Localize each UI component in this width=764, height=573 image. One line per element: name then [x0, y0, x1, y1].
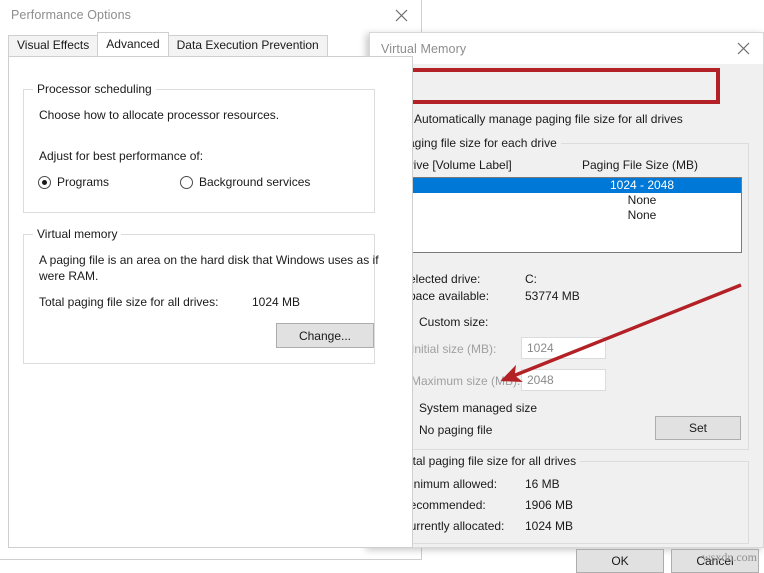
close-icon[interactable] [723, 33, 763, 63]
total-paging-file-size-value: 1024 MB [252, 295, 301, 309]
virtual-memory-description-line1: A paging file is an area on the hard dis… [39, 253, 379, 267]
total-paging-file-size-legend: Total paging file size for all drives [396, 454, 581, 468]
virtual-memory-dialog: Virtual Memory Automatically manage pagi… [369, 32, 764, 573]
advanced-tab-page: Processor scheduling Choose how to alloc… [8, 56, 413, 548]
minimum-allowed-value: 16 MB [525, 477, 560, 491]
radio-system-managed-size-label: System managed size [419, 401, 538, 415]
initial-size-input[interactable]: 1024 [521, 337, 606, 359]
column-header-drive: Drive [Volume Label] [401, 158, 512, 172]
close-icon[interactable] [381, 0, 421, 30]
performance-options-titlebar: Performance Options [0, 0, 421, 30]
radio-system-managed-size[interactable]: System managed size [400, 401, 537, 415]
performance-options-tabstrip: Visual Effects Advanced Data Execution P… [8, 32, 421, 56]
radio-programs-label: Programs [57, 175, 110, 189]
table-row[interactable]: C: 1024 - 2048 [397, 178, 741, 193]
virtual-memory-description-line2: were RAM. [39, 269, 99, 283]
tab-data-execution-prevention[interactable]: Data Execution Prevention [167, 35, 328, 56]
drive-letter: E: [397, 193, 587, 208]
recommended-label: Recommended: [401, 498, 486, 512]
radio-no-paging-file-label: No paging file [419, 423, 493, 437]
virtual-memory-legend: Virtual memory [33, 227, 122, 241]
processor-scheduling-group: Processor scheduling Choose how to alloc… [23, 82, 375, 213]
drive-paging-size: 1024 - 2048 [609, 178, 675, 192]
radio-no-paging-file[interactable]: No paging file [400, 423, 492, 437]
drive-letter: F: [397, 208, 587, 223]
auto-manage-paging-checkbox[interactable]: Automatically manage paging file size fo… [392, 111, 683, 126]
minimum-allowed-label: Minimum allowed: [401, 477, 498, 491]
paging-file-size-legend: Paging file size for each drive [396, 136, 561, 150]
space-available-label: Space available: [401, 289, 490, 303]
auto-manage-paging-label: Automatically manage paging file size fo… [414, 111, 683, 126]
selected-drive-value: C: [525, 272, 537, 286]
paging-file-size-group: Paging file size for each drive Drive [V… [387, 136, 749, 450]
ok-button[interactable]: OK [576, 549, 664, 573]
virtual-memory-body: Automatically manage paging file size fo… [370, 64, 763, 573]
virtual-memory-group: Virtual memory A paging file is an area … [23, 227, 379, 364]
processor-scheduling-description: Choose how to allocate processor resourc… [39, 108, 280, 122]
currently-allocated-value: 1024 MB [525, 519, 574, 533]
radio-custom-size-label: Custom size: [419, 315, 489, 329]
set-button[interactable]: Set [655, 416, 741, 440]
performance-options-title: Performance Options [11, 8, 132, 22]
performance-options-window: Performance Options Visual Effects Advan… [0, 0, 422, 560]
column-header-paging-file-size: Paging File Size (MB) [582, 158, 699, 172]
radio-background-services-label: Background services [199, 175, 311, 189]
virtual-memory-titlebar: Virtual Memory [370, 33, 763, 64]
radio-background-services-indicator [180, 175, 193, 189]
table-row[interactable]: E: None [397, 193, 741, 208]
radio-programs-indicator [38, 175, 51, 189]
tab-advanced[interactable]: Advanced [97, 32, 169, 56]
drive-paging-size: None [627, 208, 657, 222]
drive-paging-size: None [627, 193, 657, 207]
processor-scheduling-legend: Processor scheduling [33, 82, 156, 96]
total-paging-file-size-group: Total paging file size for all drives Mi… [387, 454, 749, 544]
total-paging-file-size-label: Total paging file size for all drives: [39, 295, 219, 309]
radio-programs[interactable]: Programs [38, 175, 109, 189]
space-available-value: 53774 MB [525, 289, 580, 303]
drive-listbox[interactable]: C: 1024 - 2048 E: None F: None [396, 177, 742, 253]
radio-background-services[interactable]: Background services [180, 175, 310, 189]
drive-letter: C: [397, 178, 587, 193]
change-button[interactable]: Change... [276, 323, 374, 348]
maximum-size-label: Maximum size (MB): [411, 374, 521, 388]
table-row[interactable]: F: None [397, 208, 741, 223]
cancel-button[interactable]: Cancel [671, 549, 759, 573]
maximum-size-input[interactable]: 2048 [521, 369, 606, 391]
currently-allocated-label: Currently allocated: [401, 519, 505, 533]
recommended-value: 1906 MB [525, 498, 574, 512]
adjust-performance-label: Adjust for best performance of: [39, 149, 204, 163]
radio-custom-size[interactable]: Custom size: [400, 315, 488, 329]
virtual-memory-title: Virtual Memory [381, 41, 467, 56]
tab-visual-effects[interactable]: Visual Effects [8, 35, 99, 56]
initial-size-label: Initial size (MB): [411, 342, 497, 356]
